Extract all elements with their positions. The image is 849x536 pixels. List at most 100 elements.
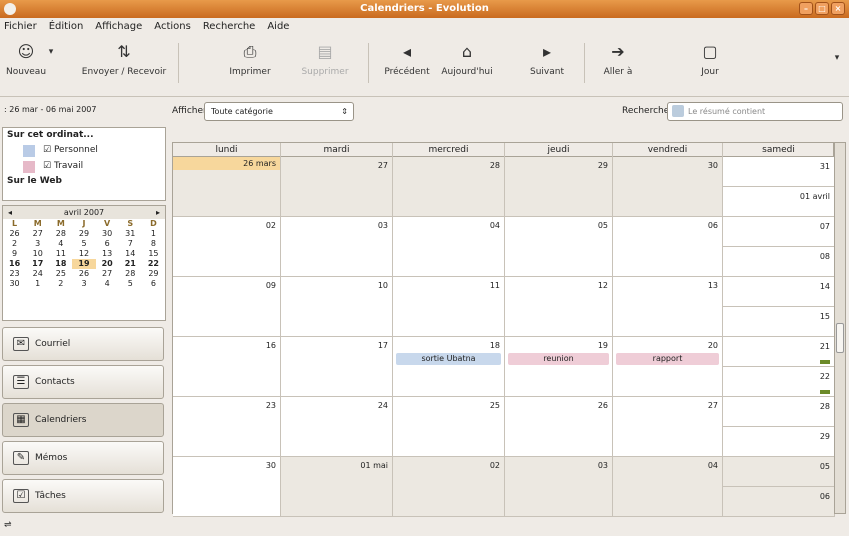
day-cell[interactable]: 28 xyxy=(393,157,505,217)
day-cell[interactable]: 12 xyxy=(505,277,613,337)
day-cell[interactable]: 05 xyxy=(505,217,613,277)
saturday-cell[interactable]: 14 xyxy=(723,277,834,307)
day-cell[interactable]: 02 xyxy=(173,217,281,277)
event-item[interactable]: sortie Ubatna xyxy=(396,353,501,365)
nav-contacts[interactable]: ☰ Contacts xyxy=(2,365,164,399)
day-cell[interactable]: 23 xyxy=(173,397,281,457)
nav-calendriers[interactable]: ▦ Calendriers xyxy=(2,403,164,437)
event-item[interactable]: rapport xyxy=(616,353,719,365)
minical-day[interactable]: 4 xyxy=(49,239,72,249)
day-cell[interactable]: 06 xyxy=(613,217,723,277)
minical-day[interactable]: 3 xyxy=(26,239,49,249)
sunday-cell[interactable]: 22 xyxy=(723,367,834,396)
minical-day[interactable]: 7 xyxy=(119,239,142,249)
minical-day[interactable]: 5 xyxy=(72,239,95,249)
minical-day[interactable]: 29 xyxy=(72,229,95,239)
minical-day[interactable]: 29 xyxy=(142,269,165,279)
minical-day[interactable]: 24 xyxy=(26,269,49,279)
day-cell[interactable]: 03 xyxy=(281,217,393,277)
minical-day[interactable]: 26 xyxy=(72,269,95,279)
day-cell[interactable]: 20 rapport xyxy=(613,337,723,397)
minical-day[interactable]: 25 xyxy=(49,269,72,279)
day-cell[interactable]: 02 xyxy=(393,457,505,517)
day-cell[interactable]: 29 xyxy=(505,157,613,217)
previous-button[interactable]: ◂ Précédent xyxy=(382,41,432,77)
minical-day[interactable]: 4 xyxy=(96,279,119,289)
day-cell[interactable]: 04 xyxy=(613,457,723,517)
minical-day[interactable]: 30 xyxy=(96,229,119,239)
minical-day[interactable]: 22 xyxy=(142,259,165,269)
minical-day[interactable]: 8 xyxy=(142,239,165,249)
day-cell[interactable]: 26 mars xyxy=(173,157,281,217)
day-cell[interactable]: 09 xyxy=(173,277,281,337)
sunday-cell[interactable]: 15 xyxy=(723,307,834,336)
minical-day[interactable]: 28 xyxy=(49,229,72,239)
saturday-cell[interactable]: 21 xyxy=(723,337,834,367)
minical-day[interactable]: 31 xyxy=(119,229,142,239)
minical-day[interactable]: 15 xyxy=(142,249,165,259)
minical-day[interactable]: 20 xyxy=(96,259,119,269)
minical-day[interactable]: 3 xyxy=(72,279,95,289)
minical-day[interactable]: 9 xyxy=(3,249,26,259)
day-cell[interactable]: 30 xyxy=(173,457,281,517)
toolbar-overflow-icon[interactable]: ▾ xyxy=(832,53,842,63)
minical-day[interactable]: 2 xyxy=(3,239,26,249)
menu-edition[interactable]: Édition xyxy=(49,18,84,35)
minical-day[interactable]: 17 xyxy=(26,259,49,269)
new-button[interactable]: ☺ Nouveau xyxy=(6,41,46,77)
calendar-item-travail[interactable]: ☑ Travail xyxy=(3,158,165,174)
category-filter-select[interactable]: Toute catégorie ⇕ xyxy=(204,102,354,121)
day-cell[interactable]: 16 xyxy=(173,337,281,397)
day-cell[interactable]: 24 xyxy=(281,397,393,457)
menu-recherche[interactable]: Recherche xyxy=(203,18,256,35)
menu-aide[interactable]: Aide xyxy=(267,18,289,35)
minical-day[interactable]: 5 xyxy=(119,279,142,289)
vertical-scrollbar[interactable] xyxy=(834,142,846,514)
prev-month-icon[interactable]: ◂ xyxy=(8,208,12,217)
goto-button[interactable]: ➔ Aller à xyxy=(596,41,640,77)
menu-fichier[interactable]: Fichier xyxy=(4,18,37,35)
saturday-cell[interactable]: 05 xyxy=(723,457,834,487)
search-input[interactable]: Le résumé contient xyxy=(667,102,843,121)
event-marker[interactable] xyxy=(820,360,830,364)
minical-day[interactable]: 1 xyxy=(26,279,49,289)
nav-taches[interactable]: ☑ Tâches xyxy=(2,479,164,513)
minical-day[interactable]: 23 xyxy=(3,269,26,279)
minical-day[interactable]: 16 xyxy=(3,259,26,269)
day-cell[interactable]: 25 xyxy=(393,397,505,457)
saturday-cell[interactable]: 07 xyxy=(723,217,834,247)
minical-day[interactable]: 30 xyxy=(3,279,26,289)
menu-actions[interactable]: Actions xyxy=(154,18,191,35)
minical-day[interactable]: 26 xyxy=(3,229,26,239)
new-dropdown-icon[interactable]: ▾ xyxy=(46,47,56,57)
menu-affichage[interactable]: Affichage xyxy=(95,18,142,35)
minical-day[interactable]: 27 xyxy=(96,269,119,279)
maximize-icon[interactable]: □ xyxy=(815,2,829,15)
minical-day[interactable]: 13 xyxy=(96,249,119,259)
nav-courriel[interactable]: ✉ Courriel xyxy=(2,327,164,361)
close-icon[interactable]: × xyxy=(831,2,845,15)
event-item[interactable]: reunion xyxy=(508,353,609,365)
sunday-cell[interactable]: 29 xyxy=(723,427,834,456)
minical-day[interactable]: 14 xyxy=(119,249,142,259)
group-local[interactable]: Sur cet ordinat... xyxy=(3,128,165,142)
calendar-item-personnel[interactable]: ☑ Personnel xyxy=(3,142,165,158)
day-cell[interactable]: 27 xyxy=(613,397,723,457)
minical-day[interactable]: 28 xyxy=(119,269,142,279)
group-web[interactable]: Sur le Web xyxy=(3,174,165,188)
scrollbar-thumb[interactable] xyxy=(836,323,844,353)
nav-memos[interactable]: ✎ Mémos xyxy=(2,441,164,475)
day-cell[interactable]: 19 reunion xyxy=(505,337,613,397)
day-cell[interactable]: 01 mai xyxy=(281,457,393,517)
online-status-icon[interactable]: ⇌ xyxy=(4,520,12,530)
minical-day[interactable]: 1 xyxy=(142,229,165,239)
minical-day[interactable]: 12 xyxy=(72,249,95,259)
minical-day[interactable]: 19 xyxy=(72,259,96,269)
day-cell[interactable]: 30 xyxy=(613,157,723,217)
minical-day[interactable]: 21 xyxy=(119,259,142,269)
event-marker[interactable] xyxy=(820,390,830,394)
minimize-icon[interactable]: – xyxy=(799,2,813,15)
minical-day[interactable]: 10 xyxy=(26,249,49,259)
next-button[interactable]: ▸ Suivant xyxy=(526,41,568,77)
day-cell[interactable]: 26 xyxy=(505,397,613,457)
